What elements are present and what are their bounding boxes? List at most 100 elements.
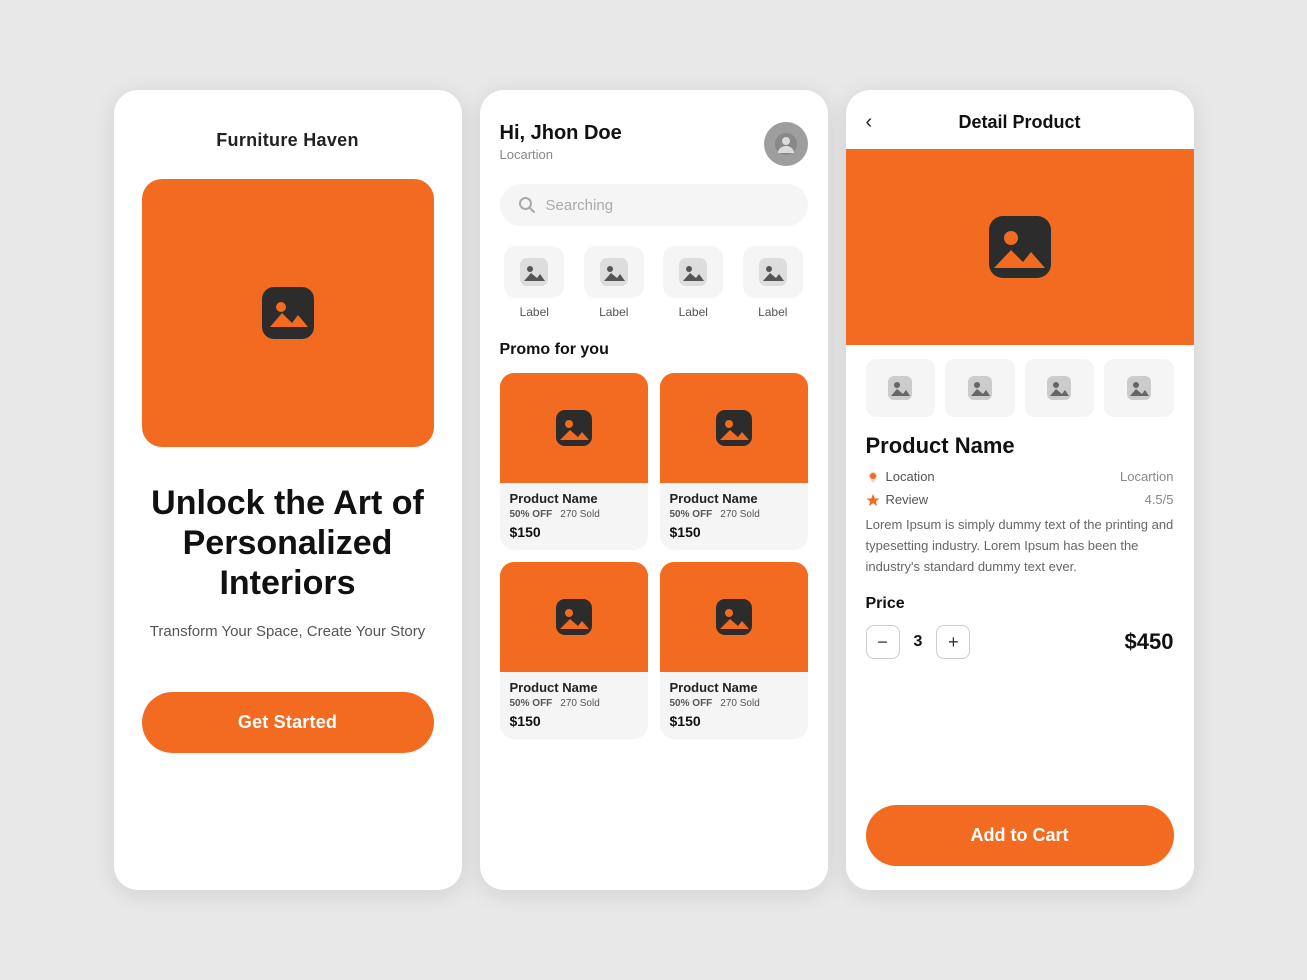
product-meta-2: 50% OFF 270 Sold: [510, 698, 638, 709]
thumbnail-0[interactable]: [866, 359, 936, 417]
thumbnail-3[interactable]: [1104, 359, 1174, 417]
products-grid: Product Name 50% OFF 270 Sold $150: [500, 373, 808, 739]
thumbnail-2[interactable]: [1025, 359, 1095, 417]
product-sold-3: 270 Sold: [720, 698, 759, 709]
detail-main-image: [846, 149, 1194, 345]
detail-location-value: Locartion: [1120, 469, 1173, 484]
product-sold-2: 270 Sold: [560, 698, 599, 709]
back-button[interactable]: ‹: [866, 111, 873, 134]
product-image-0: [500, 373, 648, 483]
greeting-name: Hi, Jhon Doe: [500, 122, 622, 145]
product-off-1: 50% OFF: [670, 509, 713, 520]
detail-location-left: Location: [866, 469, 935, 484]
category-icon-1: [600, 258, 628, 286]
splash-screen: Furniture Haven Unlock the Art of Person…: [114, 90, 462, 890]
promo-section-title: Promo for you: [500, 341, 808, 359]
detail-thumbnails: [846, 359, 1194, 417]
splash-hero-image: [142, 179, 434, 447]
product-meta-3: 50% OFF 270 Sold: [670, 698, 798, 709]
product-card-2[interactable]: Product Name 50% OFF 270 Sold $150: [500, 562, 648, 739]
thumb-icon-2: [1047, 376, 1071, 400]
product-name-1: Product Name: [670, 491, 798, 506]
category-label-0: Label: [520, 305, 549, 319]
category-icon-box-0: [504, 246, 564, 298]
category-item-2[interactable]: Label: [659, 246, 729, 319]
product-sold-0: 270 Sold: [560, 509, 599, 520]
greeting-location: Locartion: [500, 147, 622, 162]
category-icon-2: [679, 258, 707, 286]
detail-location-row: Location Locartion: [866, 469, 1174, 484]
detail-main-img-icon: [989, 216, 1051, 278]
location-pin-icon: [866, 470, 880, 484]
star-icon: [866, 493, 880, 507]
detail-header: ‹ Detail Product: [846, 90, 1194, 149]
product-meta-1: 50% OFF 270 Sold: [670, 509, 798, 520]
category-label-2: Label: [679, 305, 708, 319]
category-icon-0: [520, 258, 548, 286]
detail-body: Product Name Location Locartion Review: [846, 433, 1194, 805]
category-icon-box-1: [584, 246, 644, 298]
add-to-cart-button[interactable]: Add to Cart: [866, 805, 1174, 866]
category-icon-box-3: [743, 246, 803, 298]
category-icon-3: [759, 258, 787, 286]
product-img-icon-0: [556, 410, 592, 446]
product-card-3[interactable]: Product Name 50% OFF 270 Sold $150: [660, 562, 808, 739]
category-icon-box-2: [663, 246, 723, 298]
product-image-1: [660, 373, 808, 483]
avatar-icon: [775, 133, 797, 155]
detail-total-price: $450: [1125, 629, 1174, 655]
product-meta-0: 50% OFF 270 Sold: [510, 509, 638, 520]
product-off-3: 50% OFF: [670, 698, 713, 709]
search-bar[interactable]: Searching: [500, 184, 808, 226]
thumbnail-1[interactable]: [945, 359, 1015, 417]
category-item-1[interactable]: Label: [579, 246, 649, 319]
product-info-1: Product Name 50% OFF 270 Sold $150: [660, 483, 808, 550]
thumb-icon-3: [1127, 376, 1151, 400]
product-price-3: $150: [670, 713, 798, 729]
detail-quantity-row: − 3 + $450: [866, 625, 1174, 659]
product-sold-1: 270 Sold: [720, 509, 759, 520]
category-item-3[interactable]: Label: [738, 246, 808, 319]
detail-price-label: Price: [866, 595, 1174, 613]
category-label-1: Label: [599, 305, 628, 319]
product-name-3: Product Name: [670, 680, 798, 695]
detail-screen: ‹ Detail Product: [846, 90, 1194, 890]
product-name-2: Product Name: [510, 680, 638, 695]
product-image-3: [660, 562, 808, 672]
user-avatar[interactable]: [764, 122, 808, 166]
qty-plus-button[interactable]: +: [936, 625, 970, 659]
product-img-icon-1: [716, 410, 752, 446]
search-icon: [518, 196, 536, 214]
product-info-2: Product Name 50% OFF 270 Sold $150: [500, 672, 648, 739]
splash-subtitle: Transform Your Space, Create Your Story: [150, 621, 425, 644]
product-img-icon-3: [716, 599, 752, 635]
product-info-0: Product Name 50% OFF 270 Sold $150: [500, 483, 648, 550]
search-placeholder: Searching: [546, 197, 614, 214]
detail-description: Lorem Ipsum is simply dummy text of the …: [866, 515, 1174, 577]
detail-page-title: Detail Product: [958, 112, 1080, 133]
category-item-0[interactable]: Label: [500, 246, 570, 319]
product-image-2: [500, 562, 648, 672]
greeting-block: Hi, Jhon Doe Locartion: [500, 122, 622, 162]
product-name-0: Product Name: [510, 491, 638, 506]
qty-minus-button[interactable]: −: [866, 625, 900, 659]
detail-review-value: 4.5/5: [1145, 492, 1174, 507]
get-started-button[interactable]: Get Started: [142, 692, 434, 753]
home-screen: Hi, Jhon Doe Locartion Searching: [480, 90, 828, 890]
product-price-0: $150: [510, 524, 638, 540]
splash-headline: Unlock the Art of Personalized Interiors: [142, 483, 434, 603]
screens-container: Furniture Haven Unlock the Art of Person…: [84, 50, 1224, 930]
home-header: Hi, Jhon Doe Locartion: [500, 122, 808, 166]
product-info-3: Product Name 50% OFF 270 Sold $150: [660, 672, 808, 739]
location-label: Location: [886, 469, 935, 484]
product-off-0: 50% OFF: [510, 509, 553, 520]
category-label-3: Label: [758, 305, 787, 319]
quantity-controls: − 3 +: [866, 625, 971, 659]
review-label: Review: [886, 492, 929, 507]
product-card-1[interactable]: Product Name 50% OFF 270 Sold $150: [660, 373, 808, 550]
product-price-1: $150: [670, 524, 798, 540]
product-off-2: 50% OFF: [510, 698, 553, 709]
product-card-0[interactable]: Product Name 50% OFF 270 Sold $150: [500, 373, 648, 550]
thumb-icon-1: [968, 376, 992, 400]
image-placeholder-icon: [262, 287, 314, 339]
